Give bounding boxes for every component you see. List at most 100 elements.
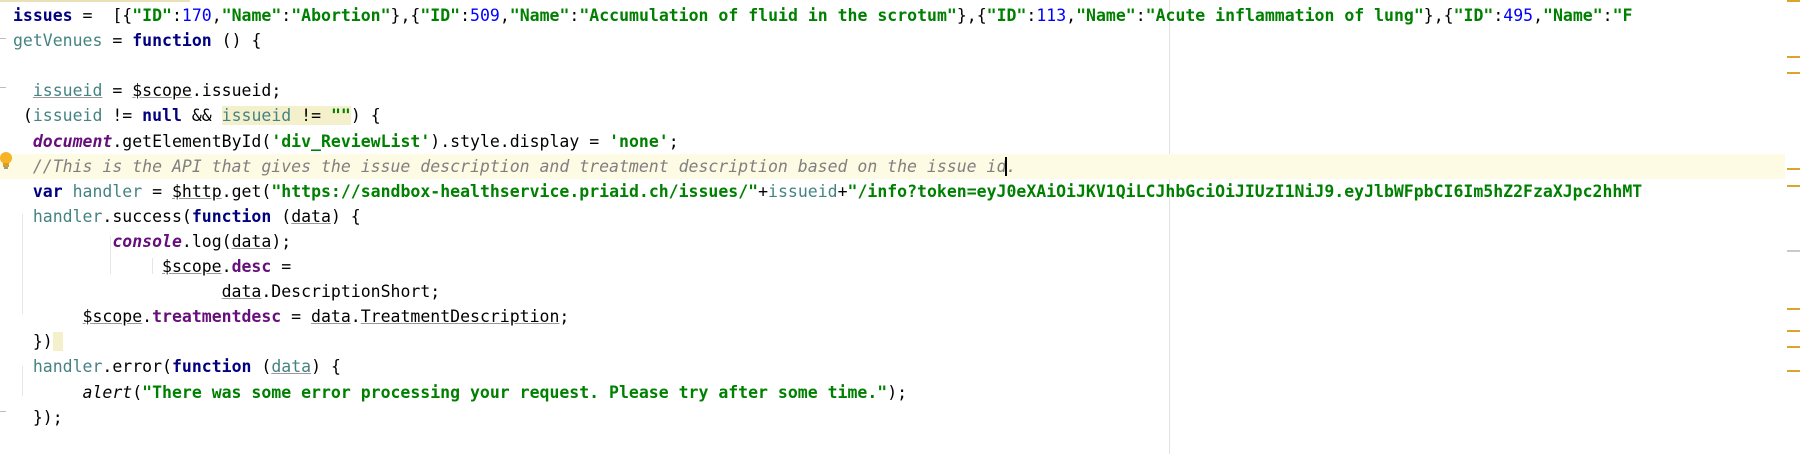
code-token: && [181,106,222,126]
scrollbar-markers[interactable] [1785,0,1800,454]
code-line[interactable]: issueid = $scope.issueid; [0,78,281,103]
code-token: "ID" [420,6,461,25]
code-token: . [350,307,361,327]
code-line[interactable]: var handler = $http.get("https://sandbox… [0,179,1642,204]
code-token: , [1066,6,1077,25]
code-token: $scope [132,81,192,101]
code-token: "Name" [1543,6,1603,25]
error-stripe-mark[interactable] [1787,168,1800,170]
code-token: function [132,31,212,51]
code-token: + [758,181,769,201]
error-stripe-mark[interactable] [1787,346,1800,348]
error-stripe-mark[interactable] [1787,0,1800,2]
fold-marker[interactable] [0,411,6,412]
fold-marker[interactable] [0,38,6,39]
code-line[interactable]: getVenues = function () { [0,28,261,53]
lightbulb-icon[interactable] [0,151,14,171]
code-token: data [291,206,331,226]
code-token: function [171,357,252,377]
code-token: data [311,307,351,327]
code-line[interactable]: document.getElementById('div_ReviewList'… [0,129,679,154]
code-token: "/info?token=eyJ0eXAiOiJKV1QiLCJhbGciOiJ… [847,181,1643,201]
code-token: $scope [82,307,143,327]
error-stripe-mark[interactable] [1787,72,1800,74]
code-token: handler [32,357,103,377]
error-stripe-mark[interactable] [1787,308,1800,310]
code-line[interactable]: $scope.desc = [0,254,291,279]
code-editor[interactable]: issues = [{"ID":170,"Name":"Abortion"},{… [0,0,1800,454]
fold-marker[interactable] [0,87,6,88]
code-token: "ID" [1453,6,1494,25]
code-token: }) [13,332,53,352]
code-token: $http [171,181,222,201]
code-token: "Name" [509,6,570,25]
code-line[interactable]: (issueid != null && issueid != "") { [0,103,381,128]
code-token: = [102,81,133,101]
code-token: issueid [768,181,838,201]
code-token: handler [32,206,103,226]
code-token: : [1026,6,1037,25]
code-token: function [191,206,272,226]
code-line[interactable]: issues = [{"ID":170,"Name":"Abortion"},{… [0,3,1632,28]
code-line[interactable]: $scope.treatmentdesc = data.TreatmentDes… [0,304,570,329]
code-token: .success( [102,206,192,226]
code-token: , [211,6,222,25]
error-stripe-mark[interactable] [1787,330,1800,332]
code-line[interactable]: data.DescriptionShort; [0,279,441,304]
code-token: treatmentdesc [152,307,282,327]
code-token: alert [82,382,133,402]
code-token: issueid [221,106,292,126]
code-line[interactable]: handler.error(function (data) { [0,354,341,379]
error-stripe-mark[interactable] [1787,370,1800,372]
code-token: = [{ [72,6,133,25]
code-token: ; [668,131,679,151]
code-line[interactable]: console.log(data); [0,229,291,254]
code-line[interactable]: //This is the API that gives the issue d… [0,153,1798,179]
code-token: }); [13,407,63,427]
code-token: : [1602,6,1613,25]
code-token: "There was some error processing your re… [142,382,888,402]
code-token: ; [559,307,570,327]
code-line[interactable]: }); [0,405,63,430]
code-token: ).style.display = [430,131,610,151]
code-token: ) { [350,106,381,126]
code-token: 'none' [609,131,669,151]
code-token: ) { [311,357,341,377]
code-token: document [32,131,113,151]
code-line[interactable]: handler.success(function (data) { [0,204,361,229]
error-stripe-mark[interactable] [1787,185,1800,187]
code-token: "ID" [986,6,1027,25]
code-token: : [569,6,580,25]
code-line[interactable] [0,53,13,78]
code-line[interactable]: }) [0,329,63,354]
code-token: . [142,307,153,327]
code-token: 495 [1503,6,1534,25]
code-token: 509 [470,6,500,25]
code-token: = [102,31,133,51]
code-token: "Accumulation of fluid in the scrotum" [579,6,957,25]
code-token: handler [72,181,143,201]
code-token: 'div_ReviewList' [271,131,431,151]
error-stripe-mark[interactable] [1787,56,1800,58]
code-token: . [221,257,232,276]
code-token: "Name" [221,6,282,25]
code-token: = [271,257,292,276]
code-token: "Abortion" [291,6,391,25]
code-token: : [281,6,292,25]
tab-highlight [0,0,190,2]
code-token: ( [251,357,272,377]
code-token: ( [132,382,143,402]
code-token: .error( [102,357,172,377]
code-token: $scope [162,257,222,276]
code-token: 113 [1036,6,1067,25]
code-token: = [281,307,312,327]
code-line[interactable]: alert("There was some error processing y… [0,380,908,405]
code-token: //This is the API that gives the issue d… [32,156,1007,176]
warning-stripe-mark[interactable] [1787,250,1800,252]
code-token: issues [13,6,73,25]
